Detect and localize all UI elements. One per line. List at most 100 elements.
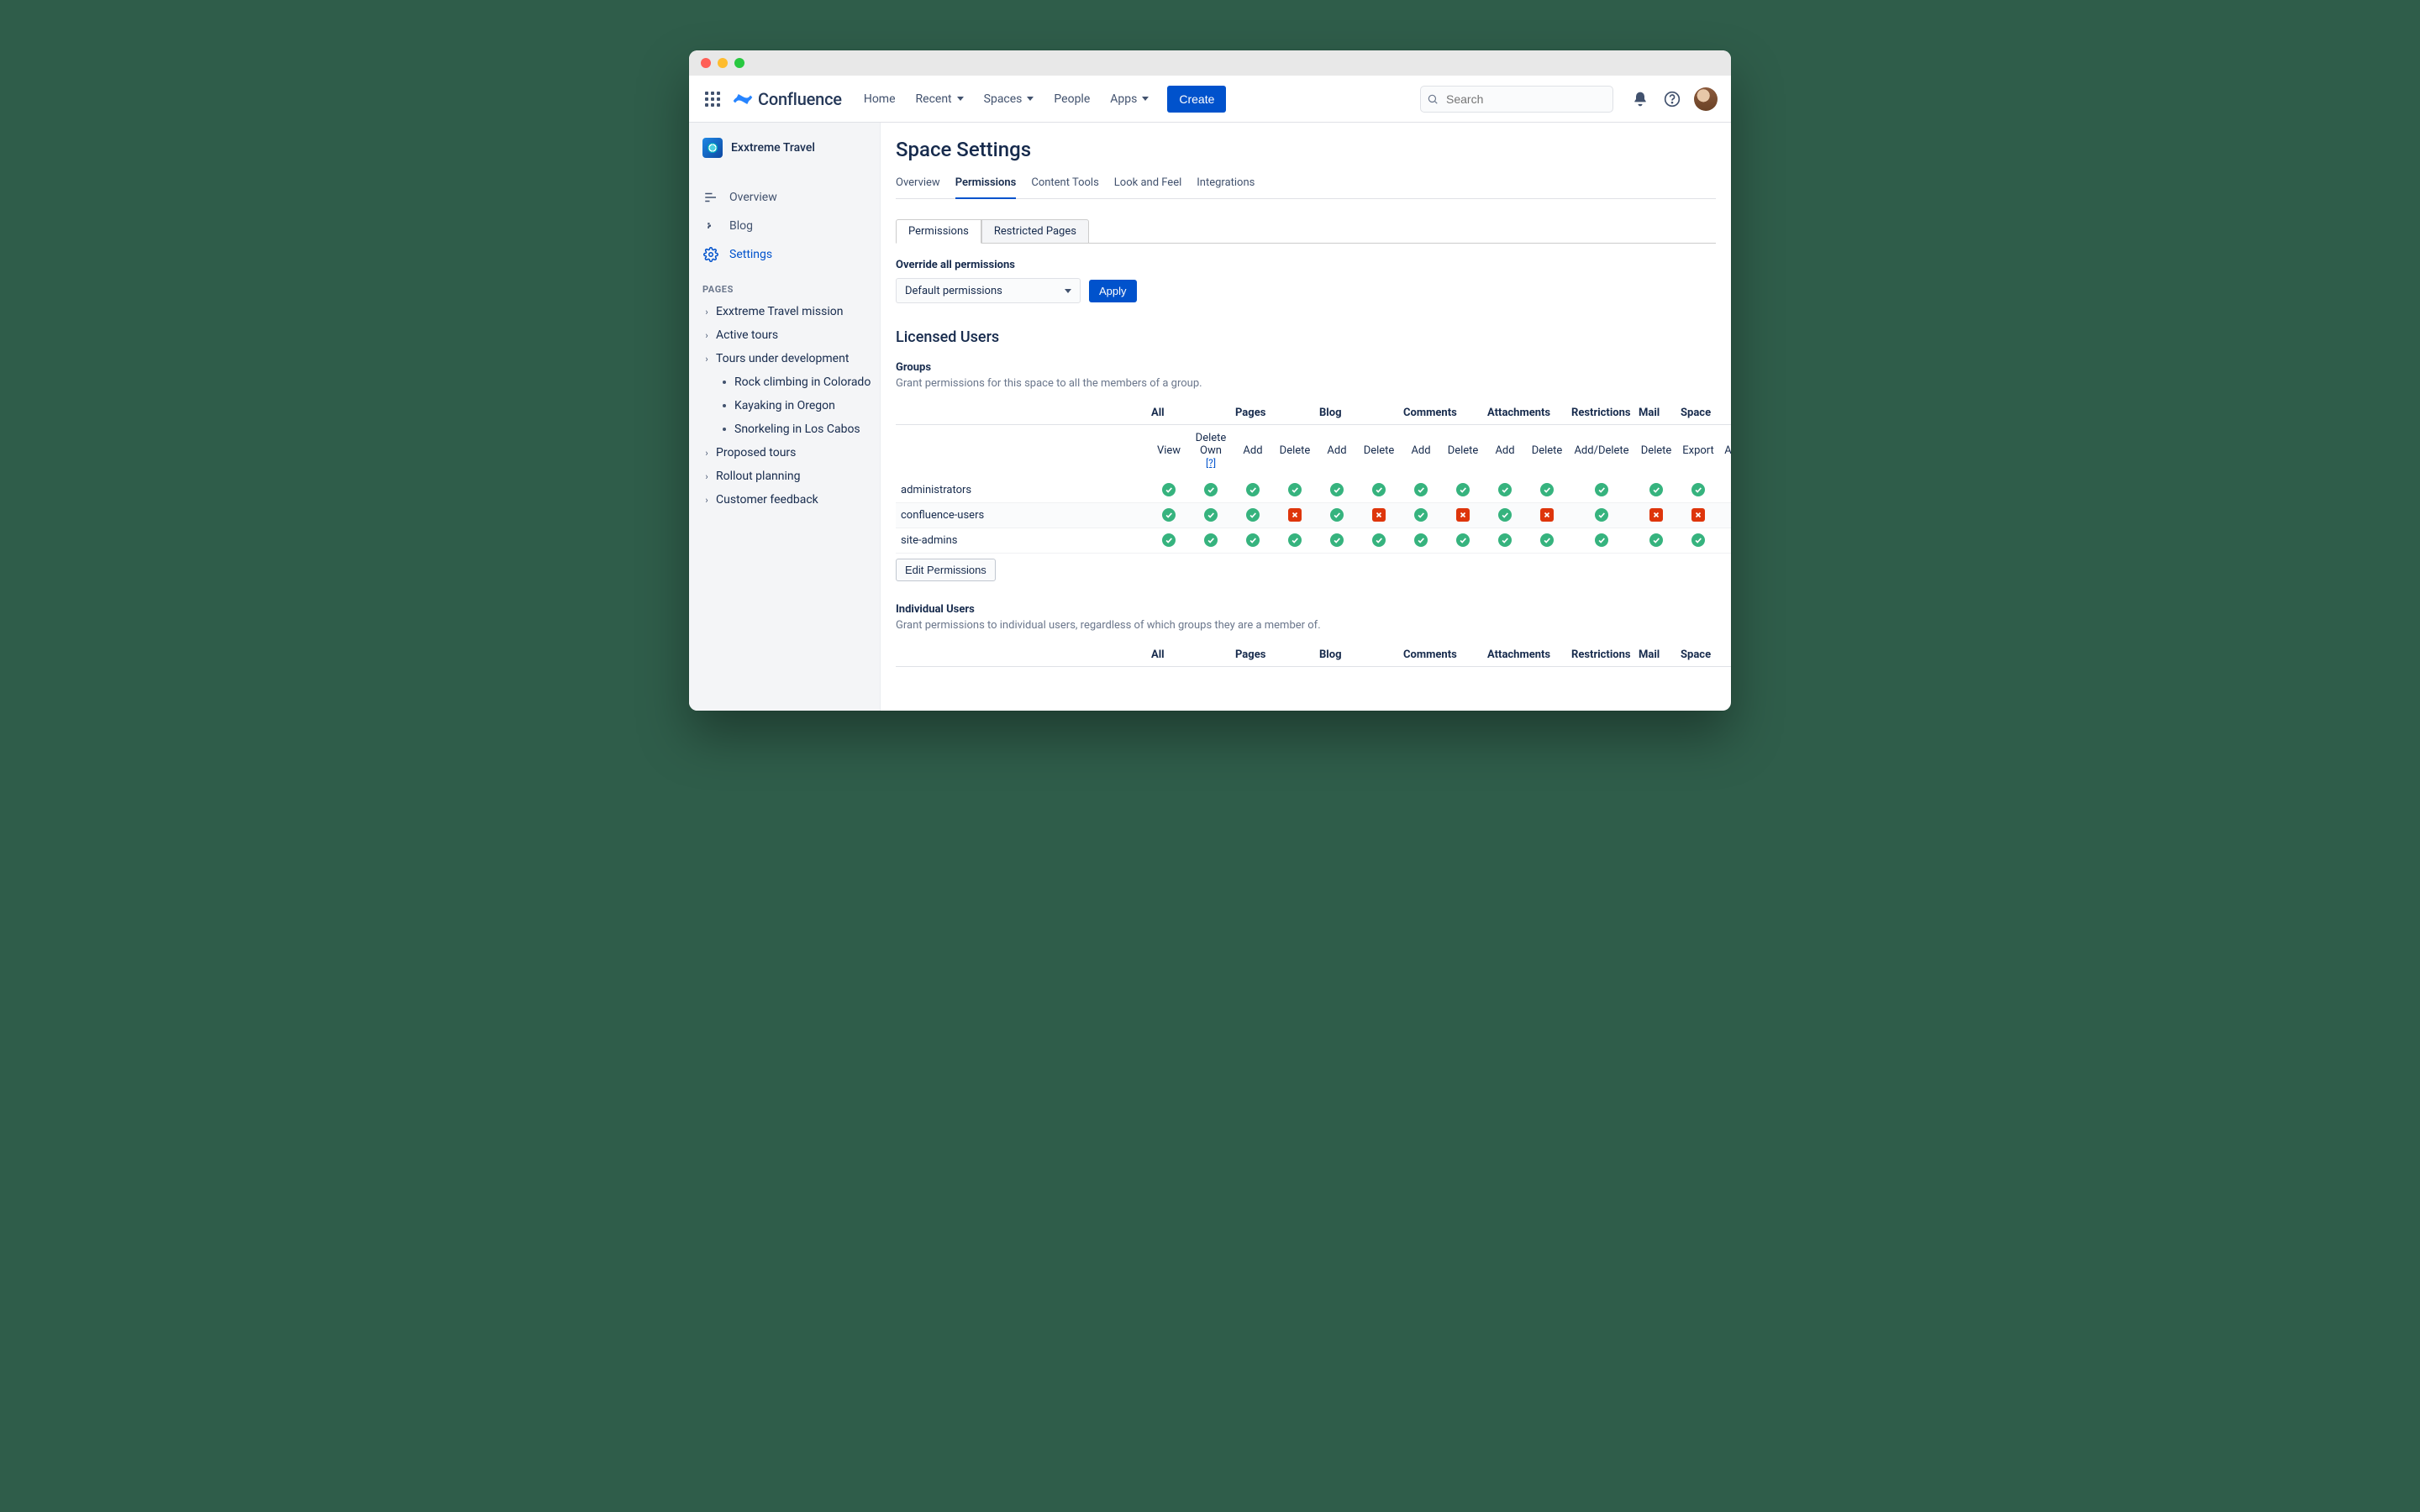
- overview-icon: [702, 190, 719, 205]
- page-tree-label: Active tours: [716, 328, 778, 342]
- tab-permissions[interactable]: Permissions: [955, 171, 1017, 199]
- bullet-icon: [723, 381, 726, 384]
- permission-granted-icon: [1414, 483, 1428, 496]
- chevron-down-icon: [957, 97, 964, 101]
- page-tree: ›Exxtreme Travel mission›Active tours›To…: [689, 300, 880, 512]
- search-input[interactable]: [1420, 86, 1613, 113]
- space-header[interactable]: Exxtreme Travel: [689, 138, 880, 166]
- col-blog: Blog: [1316, 402, 1400, 425]
- permission-cell: [1677, 503, 1719, 528]
- override-label: Override all permissions: [896, 259, 1716, 271]
- page-tree-item[interactable]: › Proposed tours: [689, 441, 880, 465]
- permission-granted-icon: [1649, 533, 1663, 547]
- sidebar-item-blog[interactable]: Blog: [689, 212, 880, 240]
- page-tree-item[interactable]: Rock climbing in Colorado: [689, 370, 880, 394]
- blog-icon: [702, 218, 719, 234]
- apply-button[interactable]: Apply: [1089, 280, 1137, 302]
- page-tree-item[interactable]: Snorkeling in Los Cabos: [689, 417, 880, 441]
- permission-granted-icon: [1691, 483, 1705, 496]
- page-tree-item[interactable]: ›Customer feedback: [689, 488, 880, 512]
- permission-granted-icon: [1372, 533, 1386, 547]
- window-close-button[interactable]: [701, 58, 711, 68]
- individual-users-heading: Individual Users: [896, 603, 1716, 616]
- sidebar-item-overview[interactable]: Overview: [689, 183, 880, 212]
- page-tree-item[interactable]: Kayaking in Oregon: [689, 394, 880, 417]
- col-attachments: Attachments: [1484, 402, 1568, 425]
- nav-people[interactable]: People: [1045, 87, 1098, 111]
- tab-look-and-feel[interactable]: Look and Feel: [1114, 171, 1181, 198]
- create-button[interactable]: Create: [1167, 86, 1226, 113]
- permission-cell: [1677, 478, 1719, 503]
- permission-cell: [1190, 478, 1232, 503]
- permission-cell: [1274, 503, 1316, 528]
- page-tree-label: Rollout planning: [716, 470, 801, 483]
- sidebar-item-label: Overview: [729, 191, 777, 204]
- permission-cell: [1635, 528, 1677, 554]
- page-tree-label: Proposed tours: [716, 446, 796, 459]
- window-zoom-button[interactable]: [734, 58, 744, 68]
- subtab-permissions[interactable]: Permissions: [896, 219, 981, 244]
- group-name: confluence-users: [896, 503, 1148, 528]
- groups-heading: Groups: [896, 361, 1716, 374]
- groups-description: Grant permissions for this space to all …: [896, 377, 1716, 390]
- nav-home[interactable]: Home: [855, 87, 904, 111]
- permission-granted-icon: [1595, 483, 1608, 496]
- permission-cell: [1484, 478, 1526, 503]
- window-minimize-button[interactable]: [718, 58, 728, 68]
- sidebar-item-label: Settings: [729, 248, 772, 261]
- col-pages: Pages: [1232, 402, 1316, 425]
- mac-titlebar: [689, 50, 1731, 76]
- app-window: Confluence Home Recent Spaces People App…: [689, 50, 1731, 711]
- permission-cell: [1400, 478, 1442, 503]
- nav-spaces[interactable]: Spaces: [976, 87, 1043, 111]
- nav-recent[interactable]: Recent: [908, 87, 972, 111]
- page-tree-item[interactable]: ›Exxtreme Travel mission: [689, 300, 880, 323]
- product-logo[interactable]: Confluence: [733, 89, 842, 109]
- global-nav: Confluence Home Recent Spaces People App…: [689, 76, 1731, 123]
- col-mail: Mail: [1635, 402, 1677, 425]
- permission-cell: [1148, 478, 1190, 503]
- delete-own-help-link[interactable]: [?]: [1206, 457, 1216, 469]
- permission-granted-icon: [1414, 533, 1428, 547]
- tab-integrations[interactable]: Integrations: [1197, 171, 1255, 198]
- permission-cell: [1442, 478, 1484, 503]
- licensed-users-heading: Licensed Users: [896, 328, 1716, 346]
- permission-cell: [1316, 503, 1358, 528]
- permission-cell: [1677, 528, 1719, 554]
- help-icon[interactable]: [1662, 89, 1682, 109]
- permission-cell: [1316, 528, 1358, 554]
- subtab-restricted-pages[interactable]: Restricted Pages: [981, 219, 1089, 244]
- permission-cell: [1358, 478, 1400, 503]
- permission-granted-icon: [1595, 533, 1608, 547]
- page-tree-item[interactable]: ›Active tours: [689, 323, 880, 347]
- group-name: administrators: [896, 478, 1148, 503]
- app-switcher-icon[interactable]: [702, 89, 723, 109]
- permission-cell: [1274, 528, 1316, 554]
- group-row: administrators: [896, 478, 1731, 503]
- profile-avatar[interactable]: [1694, 87, 1718, 111]
- permission-granted-icon: [1162, 508, 1176, 522]
- page-tree-label: Exxtreme Travel mission: [716, 305, 843, 318]
- permission-granted-icon: [1162, 533, 1176, 547]
- sidebar-item-settings[interactable]: Settings: [689, 240, 880, 269]
- page-tree-label: Customer feedback: [716, 493, 818, 507]
- page-tree-item[interactable]: ›Rollout planning: [689, 465, 880, 488]
- permission-cell: [1635, 503, 1677, 528]
- edit-permissions-button[interactable]: Edit Permissions: [896, 559, 996, 581]
- product-name: Confluence: [758, 89, 842, 109]
- space-sidebar: Exxtreme Travel Overview Blog Settings P…: [689, 123, 881, 711]
- tab-overview[interactable]: Overview: [896, 171, 940, 198]
- tab-content-tools[interactable]: Content Tools: [1031, 171, 1098, 198]
- nav-apps[interactable]: Apps: [1102, 87, 1157, 111]
- permission-granted-icon: [1498, 483, 1512, 496]
- page-tree-label: Kayaking in Oregon: [734, 399, 835, 412]
- permission-cell: [1719, 478, 1731, 503]
- page-tree-item[interactable]: ›Tours under development: [689, 347, 880, 370]
- permission-cell: [1400, 528, 1442, 554]
- group-name: site-admins: [896, 528, 1148, 554]
- pages-heading: PAGES: [689, 269, 880, 300]
- permission-cell: [1232, 503, 1274, 528]
- chevron-right-icon: ›: [702, 448, 711, 459]
- override-select[interactable]: Default permissions: [896, 278, 1081, 303]
- notifications-icon[interactable]: [1630, 89, 1650, 109]
